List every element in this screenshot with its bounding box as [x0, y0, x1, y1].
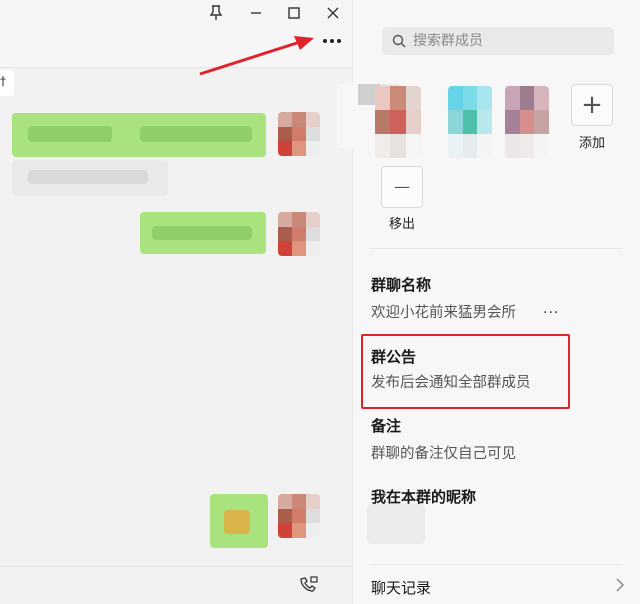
minimize-icon[interactable]	[244, 2, 268, 24]
blurred-text	[28, 170, 148, 184]
group-name-more[interactable]: ...	[543, 301, 559, 317]
member-avatar[interactable]	[375, 86, 421, 158]
minus-icon: —	[394, 177, 410, 196]
truncated-message: †	[0, 70, 14, 96]
blurred-text	[152, 226, 252, 240]
group-name-value[interactable]: 欢迎小花前来猛男会所	[371, 301, 516, 322]
maximize-icon[interactable]	[282, 2, 306, 24]
blurred-nickname[interactable]	[367, 504, 425, 544]
annotation-arrow	[199, 36, 314, 76]
close-icon[interactable]	[321, 2, 345, 24]
avatar[interactable]	[278, 212, 320, 256]
blurred-text	[140, 126, 252, 142]
avatar[interactable]	[278, 112, 320, 156]
blurred-emoji	[224, 510, 250, 534]
chat-area: †	[0, 0, 352, 604]
annotation-highlight-box	[361, 334, 570, 409]
section-divider	[369, 564, 623, 565]
chat-bottom-toolbar	[0, 566, 352, 604]
avatar[interactable]	[278, 494, 320, 538]
pin-icon[interactable]	[204, 2, 228, 24]
blurred-text	[28, 126, 112, 142]
search-icon	[392, 34, 406, 48]
section-divider	[369, 248, 623, 249]
chevron-right-icon	[616, 578, 625, 592]
remark-value[interactable]: 群聊的备注仅自己可见	[371, 442, 516, 463]
member-avatar[interactable]	[505, 86, 549, 158]
chat-titlebar	[0, 0, 352, 76]
member-search-box[interactable]	[382, 27, 614, 55]
group-name-title: 群聊名称	[371, 276, 432, 294]
add-member-label: 添加	[578, 136, 605, 151]
video-call-icon[interactable]	[298, 575, 320, 595]
chat-history-row[interactable]: 聊天记录	[353, 566, 640, 604]
more-icon[interactable]	[318, 32, 346, 50]
add-member-button[interactable]: +	[571, 84, 613, 126]
member-avatar[interactable]	[448, 86, 492, 158]
search-input[interactable]	[413, 33, 603, 49]
remove-member-button[interactable]: —	[381, 166, 423, 208]
plus-icon: +	[581, 90, 603, 120]
chat-history-label: 聊天记录	[371, 579, 432, 597]
remove-member-label: 移出	[388, 217, 415, 232]
group-info-panel: + 添加 — 移出 群聊名称 欢迎小花前来猛男会所 ... 群公告 发布后会通知…	[337, 0, 640, 604]
remark-title: 备注	[371, 417, 402, 435]
